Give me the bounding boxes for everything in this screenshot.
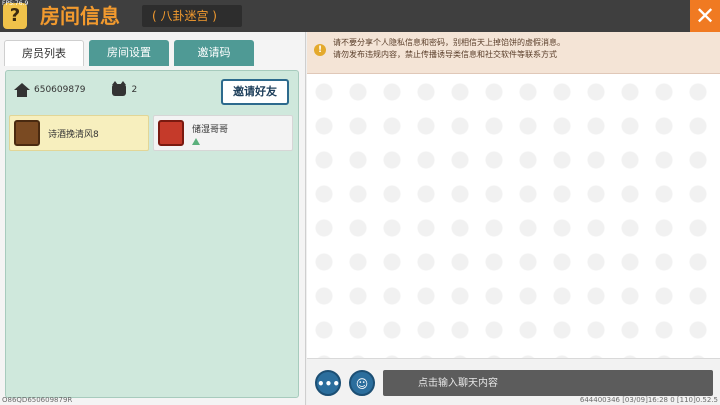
room-info-row: 650609879 2 xyxy=(14,81,138,97)
member-name: 储湿哥哥 xyxy=(192,124,229,135)
tab-bar: 房员列表 房间设置 邀请码 xyxy=(4,40,254,66)
home-icon xyxy=(14,83,30,97)
room-name-label: ( 八卦迷宫 ) xyxy=(142,5,242,27)
ellipsis-icon: ••• xyxy=(317,377,341,391)
avatar xyxy=(14,120,40,146)
chat-input[interactable] xyxy=(383,370,713,396)
notice-line-2: 请勿发布违规内容，禁止传播诱导类信息和社交软件等联系方式 xyxy=(333,50,557,59)
tab-invite-code[interactable]: 邀请码 xyxy=(174,40,254,66)
room-id: 650609879 xyxy=(34,85,86,95)
level-up-icon xyxy=(192,137,200,145)
player-count-icon xyxy=(111,81,126,96)
chat-panel: ! 请不要分享个人隐私信息和密码，别相信天上掉馅饼的虚假消息。 请勿发布违规内容… xyxy=(307,32,720,405)
more-options-button[interactable]: ••• xyxy=(315,370,341,396)
notice-line-1: 请不要分享个人隐私信息和密码，别相信天上掉馅饼的虚假消息。 xyxy=(333,38,565,47)
member-card[interactable]: 诗酒挽清风8 xyxy=(9,115,149,151)
invite-friends-button[interactable]: 邀请好友 xyxy=(221,79,289,105)
avatar xyxy=(158,120,184,146)
smiley-icon: ☺ xyxy=(355,377,369,391)
member-panel: 房员列表 房间设置 邀请码 650609879 2 邀请好友 诗酒挽清风8 储湿… xyxy=(0,32,306,405)
page-title: 房间信息 xyxy=(40,4,120,28)
member-list: 650609879 2 邀请好友 诗酒挽清风8 储湿哥哥 xyxy=(5,70,299,398)
chat-messages-area[interactable] xyxy=(307,75,720,358)
safety-notice: ! 请不要分享个人隐私信息和密码，别相信天上掉馅饼的虚假消息。 请勿发布违规内容… xyxy=(307,32,720,74)
tab-room-settings[interactable]: 房间设置 xyxy=(89,40,169,66)
tab-member-list[interactable]: 房员列表 xyxy=(4,40,84,66)
emoji-button[interactable]: ☺ xyxy=(349,370,375,396)
player-count: 2 xyxy=(131,85,138,95)
fps-counter: FPS:76.9 xyxy=(2,0,29,7)
member-card[interactable]: 储湿哥哥 xyxy=(153,115,293,151)
warning-icon: ! xyxy=(314,44,326,56)
debug-id-text: O86QD650609879R xyxy=(2,396,73,404)
question-icon: ? xyxy=(9,5,21,26)
member-name: 诗酒挽清风8 xyxy=(48,129,99,140)
debug-status-text: 644400346 [03/09]16:28 0 [110]0.52.5 xyxy=(579,396,718,404)
title-bar: ? FPS:76.9 房间信息 ( 八卦迷宫 ) ✕ xyxy=(0,0,720,32)
close-button[interactable]: ✕ xyxy=(690,0,720,32)
close-icon: ✕ xyxy=(694,2,716,30)
